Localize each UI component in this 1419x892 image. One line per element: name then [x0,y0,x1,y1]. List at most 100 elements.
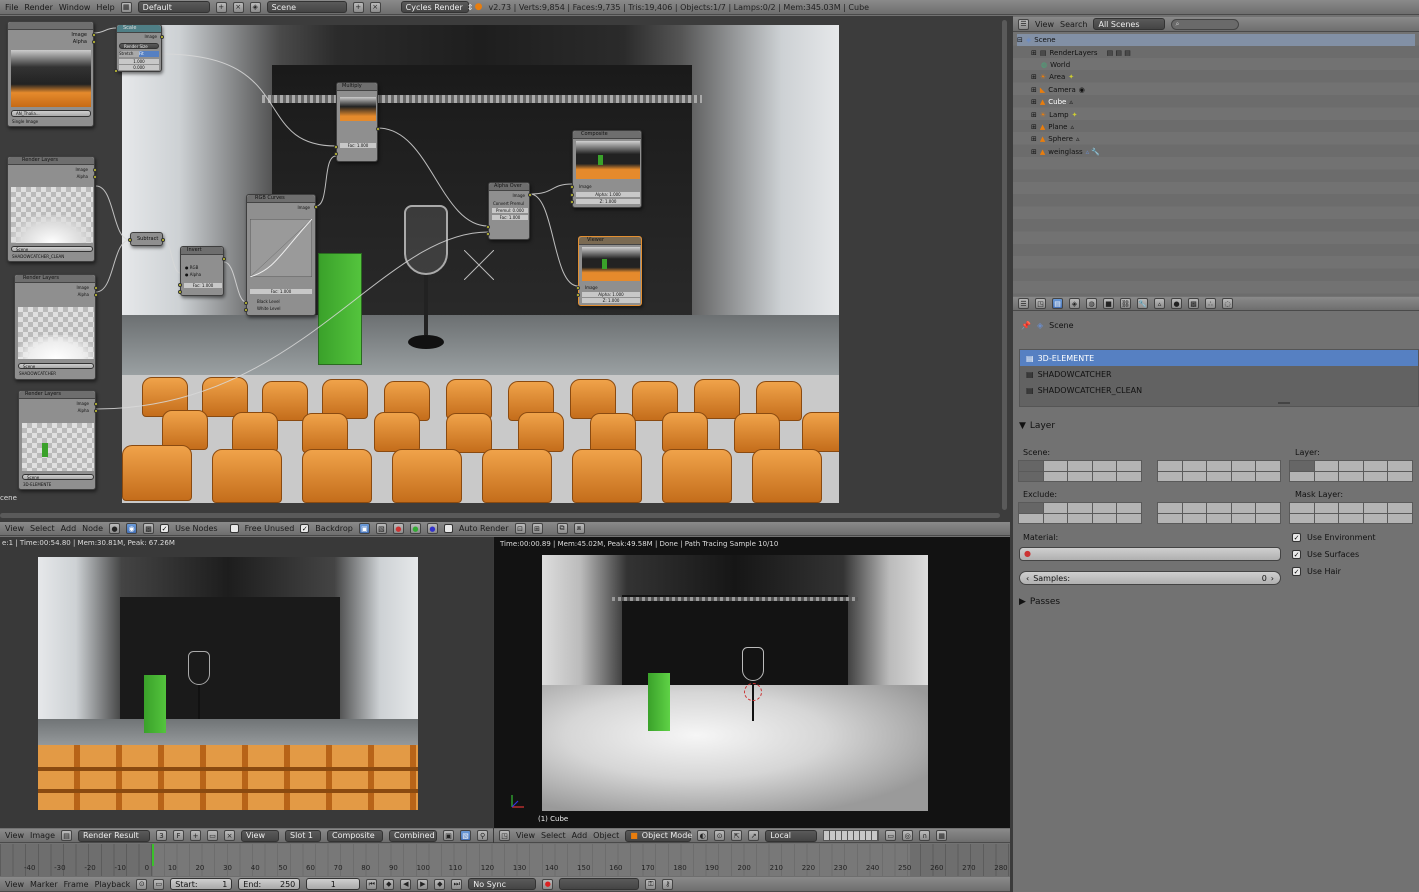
fit-button[interactable]: Fit [139,51,159,57]
outliner-row-lamp[interactable]: ⊞ ☀ Lamp ✦ [1017,108,1415,120]
expand-icon[interactable]: ⊞ [1031,73,1037,81]
texture-tab-icon[interactable]: ▩ [1188,298,1199,309]
end-frame-field[interactable]: End: 250 [238,878,301,890]
draw-rgb-icon[interactable]: ▣ [443,830,455,841]
properties-editor[interactable]: 📌 ◈ Scene ▤ 3D-ELEMENTE ▤ SHADOWCATCHER ▤ S… [1013,311,1419,892]
snap-magnet-icon[interactable]: ∩ [919,830,931,841]
outliner-row-cube[interactable]: ⊞ ▲ Cube ▵ [1017,96,1415,108]
properties-editor-icon[interactable]: ☰ [1018,298,1029,309]
composite-z[interactable]: Z: 1.000 [576,199,640,204]
particles-tab-icon[interactable]: ∴ [1205,298,1216,309]
constraints-tab-icon[interactable]: ⛓ [1120,298,1131,309]
vertical-area-divider[interactable] [1010,16,1013,892]
viewer-z[interactable]: Z: 1.000 [582,298,640,303]
sync-mode-select[interactable]: No Sync [468,878,537,890]
invert-rgb-check[interactable]: ● RGB [185,265,198,270]
bottom-area-divider[interactable] [493,537,494,843]
outliner-row-area[interactable]: ⊞ ☀ Area ✦ [1017,71,1415,83]
scene-layers-grid-1[interactable] [1018,460,1142,482]
modifiers-tab-icon[interactable]: 🔧 [1137,298,1148,309]
editor-type-icon[interactable]: ◳ [499,830,510,841]
compositing-nodes-icon[interactable]: ◉ [126,523,138,534]
record-icon[interactable]: ● [542,878,554,890]
multiply-fac[interactable]: Fac: 1.000 [340,143,376,148]
free-unused-checkbox[interactable] [229,524,239,533]
screen-layout-select[interactable]: Default [137,1,210,13]
snap-mode-icon[interactable]: ⊞ [531,523,543,534]
render-layers-node-3[interactable]: Render Layers Image Alpha Scene 3D-ELEME… [18,390,98,490]
object-tab-icon[interactable]: ■ [1103,298,1114,309]
outliner-row-plane[interactable]: ⊞ ▲ Plane ▵ [1017,121,1415,133]
backdrop-channel-icon[interactable]: ▣ [358,523,370,534]
curve-graph[interactable] [250,219,312,277]
use-surfaces-row[interactable]: ✓ Use Surfaces [1292,550,1359,559]
world-tab-icon[interactable]: ◍ [1086,298,1097,309]
new-image-icon[interactable]: + [190,830,202,841]
scene-select[interactable]: Scene [266,1,347,13]
open-image-icon[interactable]: ▭ [207,830,219,841]
image-view-mode-select[interactable]: View [241,829,280,842]
viewport-menu-select[interactable]: Select [541,831,566,840]
menu-render[interactable]: Render [24,3,52,12]
add-layout-button[interactable]: + [215,1,227,13]
render-layers-3-scene[interactable]: Scene [22,474,94,480]
use-nodes-checkbox[interactable]: ✓ [160,524,170,533]
render-layers-1-scene[interactable]: Scene [11,246,93,252]
use-hair-row[interactable]: ✓ Use Hair [1292,567,1341,576]
layer-panel-header[interactable]: ▼ Layer [1019,421,1055,431]
render-slot-select[interactable]: Slot 1 [285,829,322,842]
3d-viewport[interactable]: Time:00:00.89 | Mem:45.02M, Peak:49.58M … [494,537,1010,828]
expand-icon[interactable]: ⊞ [1031,111,1037,119]
timeline-menu-playback[interactable]: Playback [95,880,131,889]
node-editor[interactable]: Image Alpha AN_Thalia... Single Image Sc… [0,16,1010,522]
unlink-image-icon[interactable]: × [224,830,236,841]
3d-cursor[interactable] [744,683,762,701]
expand-icon[interactable]: ⊞ [1031,86,1037,94]
alpha-over-premul[interactable]: Premul: 0.000 [492,208,528,213]
opengl-render-icon[interactable]: ▦ [936,830,948,841]
invert-node[interactable]: Invert ● RGB ● Alpha Fac: 1.000 [178,246,226,296]
pivot-point-icon[interactable]: ⊙ [714,830,726,841]
node-editor-vscroll[interactable] [1002,20,1007,510]
prev-keyframe-icon[interactable]: ◆ [383,878,395,890]
start-frame-field[interactable]: Start: 1 [170,878,233,890]
current-frame-indicator[interactable] [152,844,154,866]
viewport-menu-view[interactable]: View [516,831,535,840]
timeline-menu-view[interactable]: View [5,880,24,889]
mask-layer-grid[interactable] [1289,502,1413,524]
delete-keyframe-icon[interactable]: ⚷ [662,878,674,890]
play-icon[interactable]: ▶ [417,878,429,890]
backdrop-cross[interactable] [463,249,495,281]
image-menu-view[interactable]: View [5,831,24,840]
image-users-count[interactable]: 3 [156,830,168,841]
render-layer-item[interactable]: ▤ SHADOWCATCHER [1020,366,1418,382]
lock-range-icon[interactable]: ▭ [153,878,165,890]
shading-mode-icon[interactable]: ◐ [697,830,709,841]
expand-icon[interactable]: ⊞ [1031,123,1037,131]
material-tab-icon[interactable]: ● [1171,298,1182,309]
node-menu-add[interactable]: Add [61,524,77,533]
image-datablock-select[interactable]: Render Result [78,829,151,842]
exclude-grid-2[interactable] [1157,502,1281,524]
backdrop-green-icon[interactable]: ● [409,523,421,534]
list-resize-handle[interactable] [1278,402,1290,404]
outliner-row-world[interactable]: ◍ World [1017,59,1415,71]
scene-layers-grid-2[interactable] [1157,460,1281,482]
alpha-over-convert[interactable]: Convert Premul [493,201,524,206]
composite-node[interactable]: Composite Image Alpha: 1.000 Z: 1.000 [570,130,642,208]
render-layer-item[interactable]: ▤ 3D-ELEMENTE [1020,350,1418,366]
pin-image-icon[interactable]: ⚲ [477,830,489,841]
image-menu-image[interactable]: Image [30,831,55,840]
invert-alpha-check[interactable]: ● Alpha [185,272,201,277]
rgb-curves-node[interactable]: RGB Curves Image Black Level White Level… [244,194,318,316]
scale-node-x[interactable]: 1.000 [119,59,159,64]
timeline-menu-marker[interactable]: Marker [30,880,58,889]
outliner-row-sphere[interactable]: ⊞ ▲ Sphere ▵ [1017,133,1415,145]
viewer-node[interactable]: Viewer Image Alpha: 1.000 Z: 1.000 [576,236,642,306]
node-menu-node[interactable]: Node [82,524,103,533]
play-reverse-icon[interactable]: ◀ [400,878,412,890]
render-layers-2-layer[interactable]: SHADOWCATCHER [19,371,56,376]
physics-tab-icon[interactable]: ◌ [1222,298,1233,309]
insert-keyframe-icon[interactable]: ⚿ [645,878,657,890]
render-layers-1-layer[interactable]: SHADOWCATCHER_CLEAN [12,254,64,259]
